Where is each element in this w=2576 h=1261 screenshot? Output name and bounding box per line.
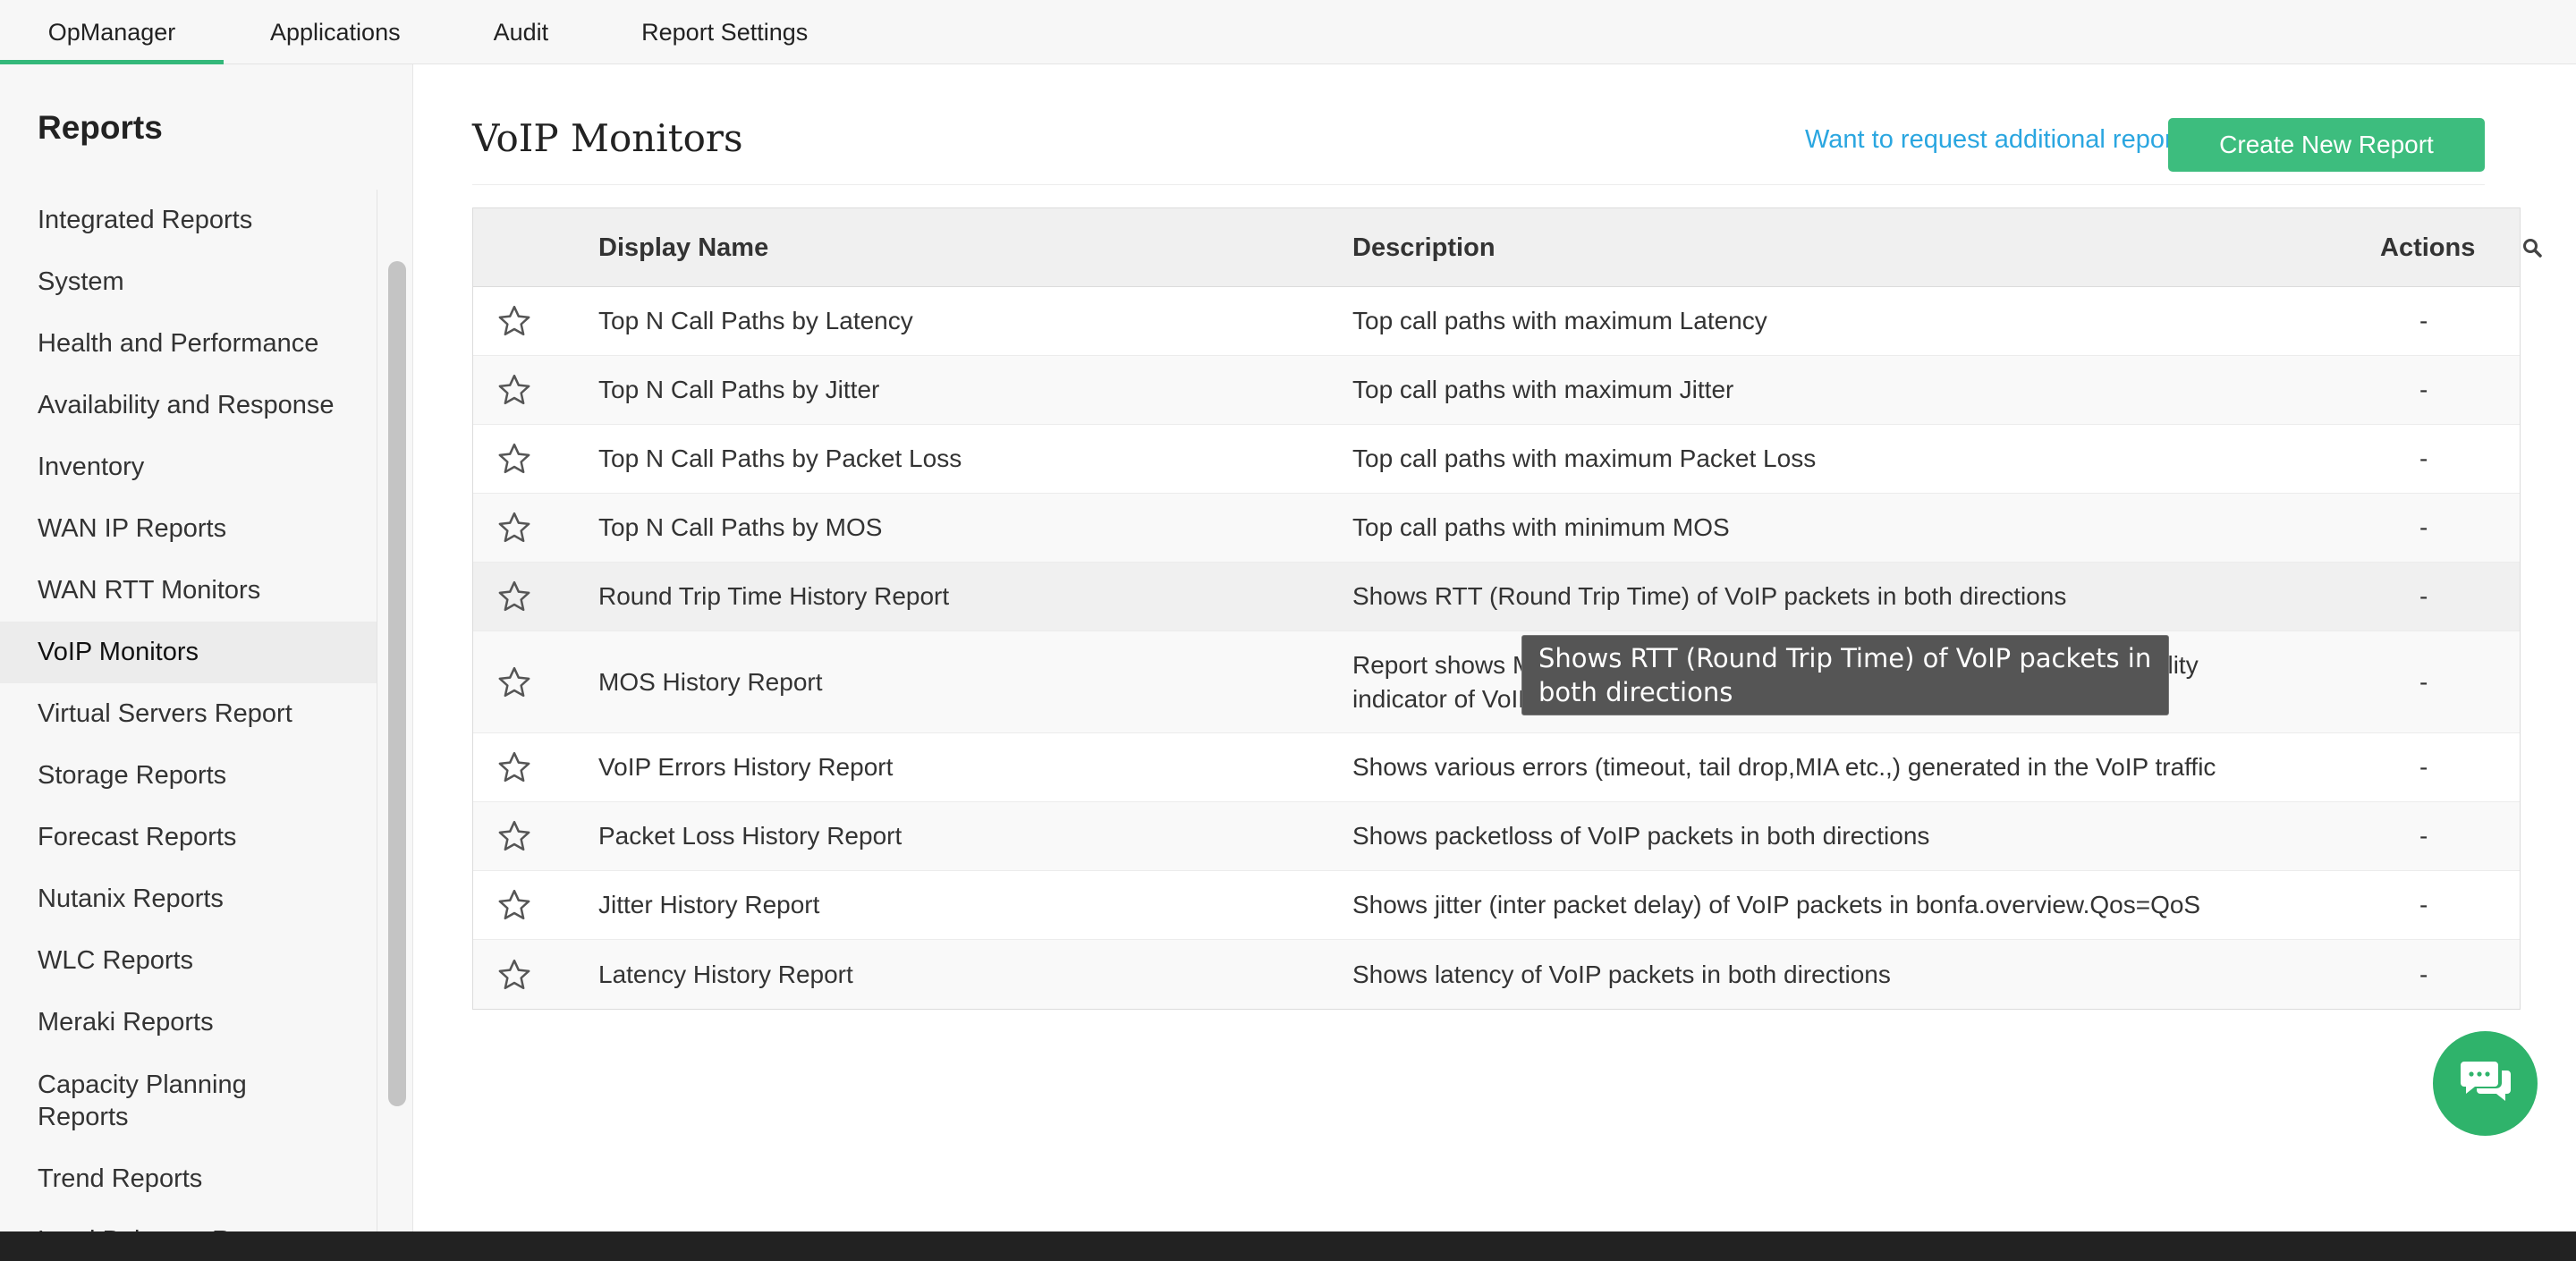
report-actions: - [2419,960,2428,988]
report-name[interactable]: Top N Call Paths by Latency [598,287,913,355]
star-outline-icon[interactable] [496,441,532,477]
sidebar-item-wan-rtt-monitors[interactable]: WAN RTT Monitors [0,560,377,622]
tab-label: Report Settings [641,18,809,46]
report-description: Top call paths with maximum Latency [1352,307,1767,334]
report-description: Shows RTT (Round Trip Time) of VoIP pack… [1352,582,2067,610]
page-title: VoIP Monitors [472,116,743,160]
sidebar-item-health-and-performance[interactable]: Health and Performance [0,313,377,375]
reports-table: Display Name Description Actions Top N C… [472,207,2542,1010]
table-row[interactable]: Packet Loss History Report Shows packetl… [473,802,2520,871]
column-header-display-name[interactable]: Display Name [598,208,768,287]
column-header-actions: Actions [2380,233,2476,262]
star-outline-icon[interactable] [496,579,532,614]
report-name[interactable]: Top N Call Paths by Packet Loss [598,425,962,493]
report-name[interactable]: Top N Call Paths by Jitter [598,356,879,424]
sidebar-item-capacity-planning-reports[interactable]: Capacity Planning Reports [0,1054,377,1148]
sidebar-item-load-balancer-reports[interactable]: Load Balancer Reports [0,1210,377,1231]
star-outline-icon[interactable] [496,887,532,923]
report-actions: - [2419,891,2428,918]
report-description: Shows latency of VoIP packets in both di… [1352,960,1891,988]
table-row[interactable]: Latency History Report Shows latency of … [473,940,2520,1009]
report-actions: - [2419,376,2428,403]
search-icon[interactable] [2514,208,2550,287]
column-header-description[interactable]: Description [1352,208,1496,287]
chat-button[interactable] [2433,1031,2538,1136]
sidebar-scrollbar[interactable] [385,190,408,1106]
report-actions: - [2419,667,2428,696]
star-outline-icon[interactable] [496,303,532,339]
title-divider [472,184,2485,185]
sidebar-item-forecast-reports[interactable]: Forecast Reports [0,807,377,868]
sidebar-item-trend-reports[interactable]: Trend Reports [0,1148,377,1210]
sidebar-item-meraki-reports[interactable]: Meraki Reports [0,992,377,1054]
report-actions: - [2419,513,2428,541]
description-tooltip: Shows RTT (Round Trip Time) of VoIP pack… [1521,635,2169,715]
report-actions: - [2419,822,2428,850]
table-row[interactable]: Top N Call Paths by Latency Top call pat… [473,287,2520,356]
sidebar-item-virtual-servers-report[interactable]: Virtual Servers Report [0,683,377,745]
tab-opmanager[interactable]: OpManager [0,0,224,64]
report-description: Top call paths with minimum MOS [1352,513,1730,541]
table-row[interactable]: Round Trip Time History Report Shows RTT… [473,563,2520,631]
table-row[interactable]: Top N Call Paths by Packet Loss Top call… [473,425,2520,494]
star-outline-icon[interactable] [496,818,532,854]
star-outline-icon[interactable] [496,957,532,993]
sidebar-item-wlc-reports[interactable]: WLC Reports [0,930,377,992]
sidebar-item-inventory[interactable]: Inventory [0,436,377,498]
tab-report-settings[interactable]: Report Settings [595,0,854,64]
star-outline-icon[interactable] [496,664,532,700]
sidebar: Reports Integrated Reports System Health… [0,64,413,1231]
table-row[interactable]: Top N Call Paths by Jitter Top call path… [473,356,2520,425]
report-name[interactable]: MOS History Report [598,631,823,732]
request-additional-reports-link[interactable]: Want to request additional reports? [1805,125,2207,155]
sidebar-scrollbar-thumb[interactable] [388,261,406,1106]
star-outline-icon[interactable] [496,510,532,546]
create-new-report-button[interactable]: Create New Report [2168,118,2485,172]
report-actions: - [2419,582,2428,610]
sidebar-title: Reports [38,109,163,146]
tab-applications[interactable]: Applications [224,0,447,64]
report-name[interactable]: VoIP Errors History Report [598,733,893,801]
sidebar-item-integrated-reports[interactable]: Integrated Reports [0,190,377,251]
table-row[interactable]: Top N Call Paths by MOS Top call paths w… [473,494,2520,563]
sidebar-item-voip-monitors[interactable]: VoIP Monitors [0,622,377,683]
tab-audit[interactable]: Audit [447,0,596,64]
chat-icon [2459,1058,2512,1109]
main-content: VoIP Monitors Want to request additional… [413,64,2576,1231]
sidebar-item-wan-ip-reports[interactable]: WAN IP Reports [0,498,377,560]
sidebar-item-nutanix-reports[interactable]: Nutanix Reports [0,868,377,930]
table-header: Display Name Description Actions [473,208,2542,287]
star-outline-icon[interactable] [496,749,532,785]
table-row[interactable]: MOS History Report Report shows MOS (Mea… [473,631,2520,733]
tab-label: Audit [493,18,549,46]
report-description: Top call paths with maximum Packet Loss [1352,444,1817,472]
report-actions: - [2419,444,2428,472]
report-name[interactable]: Top N Call Paths by MOS [598,494,882,562]
table-row[interactable]: Jitter History Report Shows jitter (inte… [473,871,2520,940]
top-navigation: OpManager Applications Audit Report Sett… [0,0,2576,64]
report-description: Shows jitter (inter packet delay) of VoI… [1352,891,2201,918]
table-row[interactable]: VoIP Errors History Report Shows various… [473,733,2520,802]
report-name[interactable]: Latency History Report [598,940,853,1009]
star-outline-icon[interactable] [496,372,532,408]
report-name[interactable]: Jitter History Report [598,871,819,939]
table-body: Top N Call Paths by Latency Top call pat… [473,287,2520,1009]
report-description: Shows packetloss of VoIP packets in both… [1352,822,1930,850]
report-name[interactable]: Packet Loss History Report [598,802,902,870]
sidebar-item-availability-and-response[interactable]: Availability and Response [0,375,377,436]
sidebar-list[interactable]: Integrated Reports System Health and Per… [0,190,377,1231]
report-actions: - [2419,307,2428,334]
sidebar-item-storage-reports[interactable]: Storage Reports [0,745,377,807]
report-actions: - [2419,753,2428,781]
report-description: Top call paths with maximum Jitter [1352,376,1734,403]
bottom-bar [0,1231,2576,1261]
sidebar-item-label: Capacity Planning Reports [38,1071,247,1131]
report-name[interactable]: Round Trip Time History Report [598,563,949,630]
tab-label: Applications [270,18,401,46]
sidebar-item-system[interactable]: System [0,251,377,313]
report-description: Shows various errors (timeout, tail drop… [1352,753,2216,781]
tab-label: OpManager [47,18,176,46]
